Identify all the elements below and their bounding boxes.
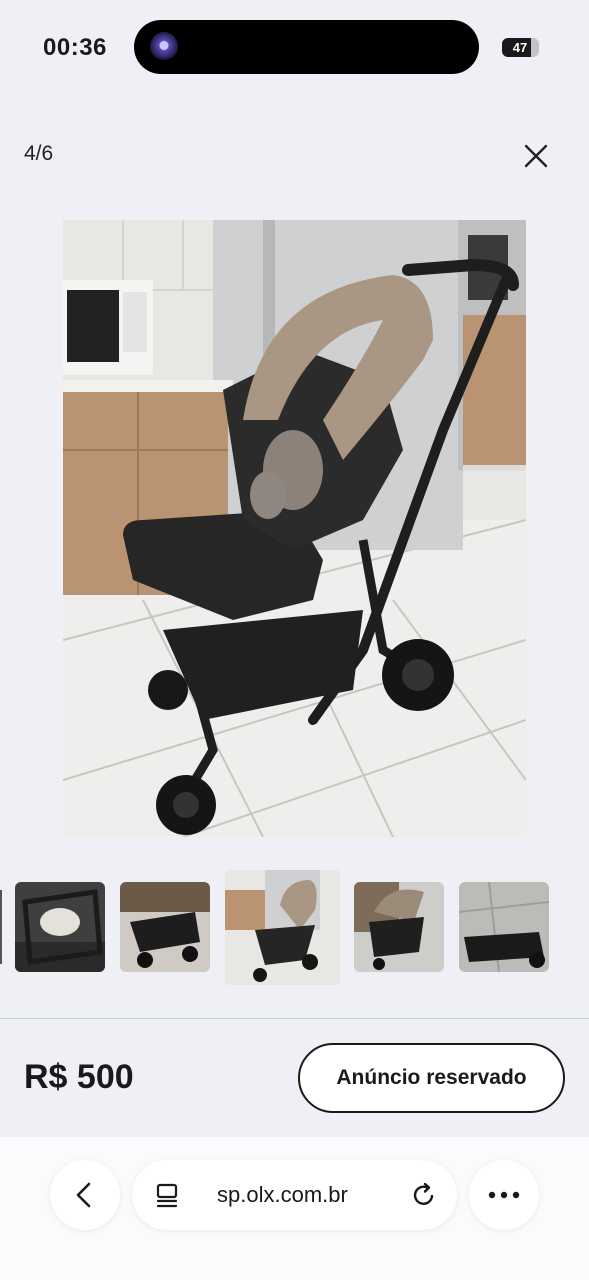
close-icon (524, 144, 548, 168)
thumbnail-photo-2[interactable] (15, 882, 105, 972)
thumbnail-partial-edge (0, 890, 2, 964)
chevron-left-icon (76, 1182, 91, 1208)
listing-price: R$ 500 (24, 1058, 134, 1096)
more-icon (488, 1191, 520, 1199)
thumbnail-image (459, 882, 549, 972)
thumbnail-image (120, 882, 210, 972)
status-time: 00:36 (43, 34, 107, 61)
dynamic-island (134, 20, 479, 74)
battery-level: 47 (512, 40, 528, 55)
thumbnail-image (354, 882, 444, 972)
reload-icon[interactable] (411, 1182, 437, 1208)
reserved-status-button[interactable]: Anúncio reservado (298, 1043, 565, 1113)
thumbnail-photo-4-active[interactable] (225, 870, 340, 985)
url-text[interactable]: sp.olx.com.br (217, 1182, 348, 1208)
main-photo[interactable] (63, 220, 526, 837)
thumbnail-image (15, 882, 105, 972)
thumbnail-photo-3[interactable] (120, 882, 210, 972)
section-divider (0, 1018, 589, 1019)
thumbnail-photo-6[interactable] (459, 882, 549, 972)
battery-icon: 47 (502, 38, 539, 57)
image-counter: 4/6 (24, 142, 54, 165)
thumbnail-image (225, 870, 340, 985)
flashlight-indicator-icon (150, 32, 178, 62)
status-bar: 00:36 47 (0, 0, 589, 96)
page-settings-icon[interactable] (154, 1182, 180, 1208)
browser-back-button[interactable] (50, 1160, 120, 1230)
stroller-photo (63, 220, 526, 837)
thumbnail-photo-5[interactable] (354, 882, 444, 972)
close-button[interactable] (520, 140, 552, 172)
browser-more-button[interactable] (469, 1160, 539, 1230)
